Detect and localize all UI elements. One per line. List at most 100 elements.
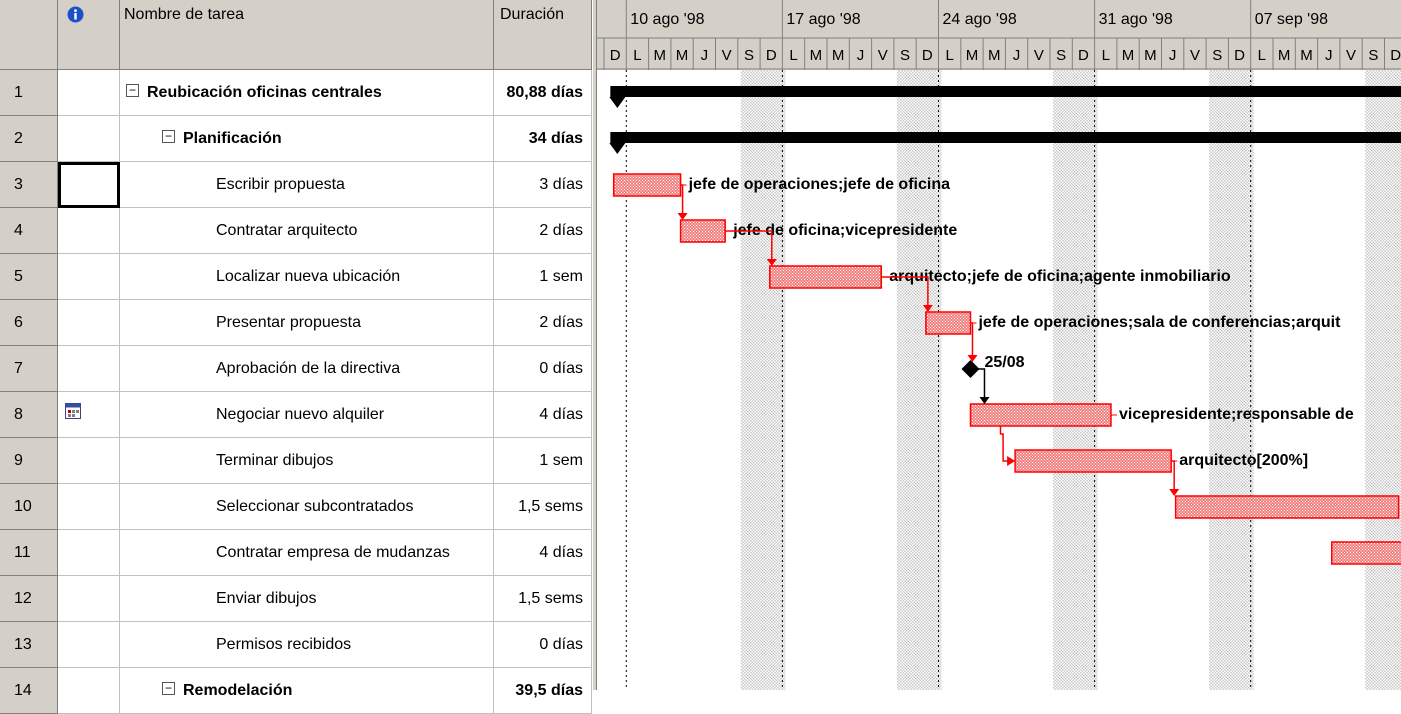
task-row[interactable]: 4 Contratar arquitecto 2 días: [0, 208, 596, 254]
row-number[interactable]: 8: [0, 392, 58, 438]
task-name-cell[interactable]: Enviar dibujos: [120, 576, 494, 622]
task-duration[interactable]: 3 días: [494, 162, 592, 208]
day-label: D: [1390, 47, 1401, 64]
task-duration[interactable]: 0 días: [494, 346, 592, 392]
task-name-cell[interactable]: Localizar nueva ubicación: [120, 254, 494, 300]
task-row[interactable]: 5 Localizar nueva ubicación 1 sem: [0, 254, 596, 300]
row-number[interactable]: 6: [0, 300, 58, 346]
task-row[interactable]: 7 Aprobación de la directiva 0 días: [0, 346, 596, 392]
task-name-cell[interactable]: − Planificación: [120, 116, 494, 162]
indicator-cell[interactable]: [58, 668, 120, 714]
row-number[interactable]: 2: [0, 116, 58, 162]
indicator-cell[interactable]: [58, 254, 120, 300]
indicator-cell[interactable]: [58, 300, 120, 346]
indicator-cell[interactable]: [58, 70, 120, 116]
day-label: M: [1300, 47, 1313, 64]
row-number[interactable]: 3: [0, 162, 58, 208]
resource-label: arquitecto[200%]: [1179, 452, 1308, 469]
collapse-toggle-icon[interactable]: −: [162, 130, 175, 144]
indicator-cell[interactable]: [58, 484, 120, 530]
task-duration[interactable]: 4 días: [494, 392, 592, 438]
task-row[interactable]: 9 Terminar dibujos 1 sem: [0, 438, 596, 484]
row-number[interactable]: 7: [0, 346, 58, 392]
task-duration[interactable]: 1,5 sems: [494, 576, 592, 622]
task-name-cell[interactable]: − Remodelación: [120, 668, 494, 714]
day-label: L: [1258, 47, 1266, 64]
day-label: M: [1144, 47, 1157, 64]
task-name-cell[interactable]: − Reubicación oficinas centrales: [120, 70, 494, 116]
dependency-arrow-icon: [1007, 456, 1016, 466]
row-number[interactable]: 9: [0, 438, 58, 484]
indicator-cell[interactable]: [58, 208, 120, 254]
ms-project-window: Nombre de tarea Duración 1− Reubicación o…: [0, 0, 1401, 714]
task-name-cell[interactable]: Permisos recibidos: [120, 622, 494, 668]
indicator-cell[interactable]: [58, 438, 120, 484]
task-row[interactable]: 13 Permisos recibidos 0 días: [0, 622, 596, 668]
task-name: Presentar propuesta: [216, 314, 361, 331]
task-duration[interactable]: 0 días: [494, 622, 592, 668]
indicator-cell[interactable]: [58, 576, 120, 622]
column-header-duration-label: Duración: [500, 6, 565, 23]
column-header-duration[interactable]: Duración: [494, 0, 592, 70]
task-row[interactable]: 2− Planificación 34 días: [0, 116, 596, 162]
day-label: J: [1325, 47, 1333, 64]
column-header-id[interactable]: [0, 0, 58, 70]
task-row[interactable]: 10 Seleccionar subcontratados 1,5 sems: [0, 484, 596, 530]
task-duration[interactable]: 39,5 días: [494, 668, 592, 714]
week-label: 17 ago '98: [786, 11, 860, 28]
task-name: Seleccionar subcontratados: [216, 498, 414, 515]
collapse-toggle-icon[interactable]: −: [126, 84, 139, 98]
indicator-cell[interactable]: [58, 392, 120, 438]
row-number[interactable]: 4: [0, 208, 58, 254]
task-duration[interactable]: 34 días: [494, 116, 592, 162]
column-header-name[interactable]: Nombre de tarea: [120, 0, 494, 70]
task-row[interactable]: 1− Reubicación oficinas centrales 80,88 dí…: [0, 70, 596, 116]
row-number[interactable]: 1: [0, 70, 58, 116]
task-name-cell[interactable]: Contratar empresa de mudanzas: [120, 530, 494, 576]
summary-bar: [610, 132, 1401, 143]
task-duration[interactable]: 2 días: [494, 208, 592, 254]
dependency-arrow-icon: [979, 397, 990, 404]
task-row[interactable]: 12 Enviar dibujos 1,5 sems: [0, 576, 596, 622]
task-name: Reubicación oficinas centrales: [147, 84, 382, 101]
row-number[interactable]: 11: [0, 530, 58, 576]
day-label: M: [966, 47, 979, 64]
task-name-cell[interactable]: Negociar nuevo alquiler: [120, 392, 494, 438]
task-duration[interactable]: 80,88 días: [494, 70, 592, 116]
task-name-cell[interactable]: Contratar arquitecto: [120, 208, 494, 254]
summary-bar: [610, 86, 1401, 97]
task-duration[interactable]: 1,5 sems: [494, 484, 592, 530]
task-row[interactable]: 14 − Remodelación 39,5 días: [0, 668, 596, 714]
indicator-cell[interactable]: [58, 346, 120, 392]
row-number[interactable]: 5: [0, 254, 58, 300]
task-name-cell[interactable]: Escribir propuesta: [120, 162, 494, 208]
task-row[interactable]: 11 Contratar empresa de mudanzas 4 días: [0, 530, 596, 576]
day-label: M: [654, 47, 667, 64]
collapse-toggle-icon[interactable]: −: [162, 682, 175, 696]
calendar-icon: [65, 403, 81, 419]
resource-label: arquitecto;jefe de oficina;agente inmobi…: [889, 268, 1231, 285]
task-duration[interactable]: 1 sem: [494, 254, 592, 300]
day-label: J: [857, 47, 865, 64]
task-name: Planificación: [183, 130, 282, 147]
task-name-cell[interactable]: Presentar propuesta: [120, 300, 494, 346]
indicator-cell[interactable]: [58, 116, 120, 162]
day-label: S: [1056, 47, 1066, 64]
row-number[interactable]: 14: [0, 668, 58, 714]
row-number[interactable]: 10: [0, 484, 58, 530]
gantt-chart[interactable]: 10 ago '98 17 ago '98 24 ago '98 31 ago '98…: [597, 0, 1401, 690]
task-name-cell[interactable]: Seleccionar subcontratados: [120, 484, 494, 530]
column-header-indicators[interactable]: [58, 0, 120, 70]
task-row[interactable]: 8 Negociar nuevo alquiler 4 días: [0, 392, 596, 438]
row-number[interactable]: 12: [0, 576, 58, 622]
task-duration[interactable]: 4 días: [494, 530, 592, 576]
indicator-cell[interactable]: [58, 622, 120, 668]
gantt-chart-canvas: 10 ago '98 17 ago '98 24 ago '98 31 ago '98…: [597, 0, 1401, 690]
task-name-cell[interactable]: Terminar dibujos: [120, 438, 494, 484]
task-duration[interactable]: 2 días: [494, 300, 592, 346]
row-number[interactable]: 13: [0, 622, 58, 668]
task-duration[interactable]: 1 sem: [494, 438, 592, 484]
task-name-cell[interactable]: Aprobación de la directiva: [120, 346, 494, 392]
indicator-cell[interactable]: [58, 530, 120, 576]
task-row[interactable]: 6 Presentar propuesta 2 días: [0, 300, 596, 346]
